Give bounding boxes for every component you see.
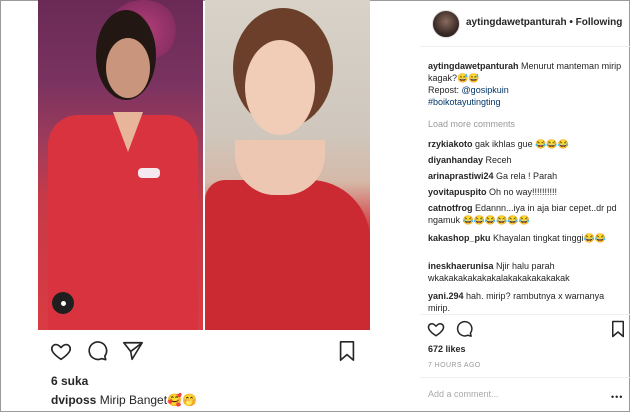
- following-button[interactable]: Following: [576, 17, 623, 28]
- caption-text: Mirip Banget: [99, 393, 168, 407]
- caption-username[interactable]: dviposs: [51, 393, 96, 407]
- comment-username: yani.294: [428, 291, 464, 301]
- comment-username[interactable]: arinaprastiwi24: [428, 171, 494, 181]
- comment-item: kakashop_pku Khayalan tingkat tinggi😂😂: [428, 232, 626, 244]
- comment-username[interactable]: ineskhaerunisa: [428, 261, 494, 271]
- bookmark-icon[interactable]: [338, 340, 356, 362]
- comment-username[interactable]: rzykiakoto: [428, 139, 473, 149]
- comment-text: Oh no way!!!!!!!!!!: [489, 187, 558, 197]
- comment-username[interactable]: diyanhanday: [428, 155, 483, 165]
- heart-icon[interactable]: [50, 340, 72, 362]
- comment-divider: [420, 377, 630, 378]
- comment-icon[interactable]: [86, 340, 108, 362]
- caption-emoji: 🥰🤭: [167, 393, 197, 407]
- repost-label: Repost:: [428, 85, 460, 95]
- comment-text: Ga rela ! Parah: [496, 171, 558, 181]
- face-shape: [106, 38, 150, 98]
- caption-username[interactable]: aytingdawetpanturah: [428, 61, 519, 71]
- comment-username[interactable]: yovitapuspito: [428, 187, 487, 197]
- comment-item: catnotfrog Edannn...iya in aja biar cepe…: [428, 202, 626, 226]
- comment-text: Receh: [485, 155, 512, 165]
- actions-divider: [420, 314, 630, 315]
- follow-separator: •: [569, 17, 573, 28]
- face-shape: [245, 40, 315, 135]
- likes-count[interactable]: 672 likes: [428, 344, 466, 354]
- repost-handle-link[interactable]: @gosipkuin: [462, 85, 509, 95]
- hashtag-link[interactable]: #boikotayutingting: [428, 97, 501, 107]
- comment-item: yani.294 hah. mirip? rambutnya x warnany…: [428, 290, 626, 314]
- comment-item: arinaprastiwi24 Ga rela ! Parah: [428, 170, 626, 182]
- post-timestamp: 7 HOURS AGO: [428, 362, 481, 369]
- avatar[interactable]: [432, 10, 460, 38]
- comment-item: yovitapuspito Oh no way!!!!!!!!!!: [428, 186, 626, 198]
- share-icon[interactable]: [122, 340, 144, 362]
- heart-icon[interactable]: [427, 320, 445, 338]
- comment-item: diyanhanday Receh: [428, 154, 626, 166]
- post-header: aytingdawetpanturah • Following: [466, 17, 622, 28]
- comment-username[interactable]: kakashop_pku: [428, 233, 491, 243]
- comment-text: Khayalan tingkat tinggi😂😂: [493, 233, 607, 243]
- red-dress: [205, 180, 370, 330]
- bookmark-icon[interactable]: [611, 320, 625, 338]
- comment-item: rzykiakoto gak ikhlas gue 😂😂😂: [428, 138, 626, 150]
- post-photo[interactable]: [38, 0, 370, 330]
- comment-text: gak ikhlas gue 😂😂😂: [475, 139, 569, 149]
- add-comment-input[interactable]: Add a comment...: [428, 389, 499, 399]
- user-tag-badge[interactable]: [52, 292, 74, 314]
- comment-icon[interactable]: [455, 320, 473, 338]
- likes-count[interactable]: 6 suka: [51, 374, 88, 388]
- more-options-icon[interactable]: •••: [611, 392, 623, 402]
- load-more-comments[interactable]: Load more comments: [428, 119, 515, 129]
- header-username[interactable]: aytingdawetpanturah: [466, 17, 567, 28]
- brooch: [138, 168, 160, 178]
- photo-left-woman: [38, 0, 203, 330]
- caption-block: aytingdawetpanturah Menurut manteman mir…: [428, 60, 626, 108]
- post-caption: dviposs Mirip Banget🥰🤭: [51, 393, 197, 407]
- comment-item: ineskhaerunisa Njir halu parah wkakakaka…: [428, 260, 626, 284]
- header-divider: [420, 46, 630, 47]
- comment-username[interactable]: catnotfrog: [428, 203, 473, 213]
- photo-right-woman: [205, 0, 370, 330]
